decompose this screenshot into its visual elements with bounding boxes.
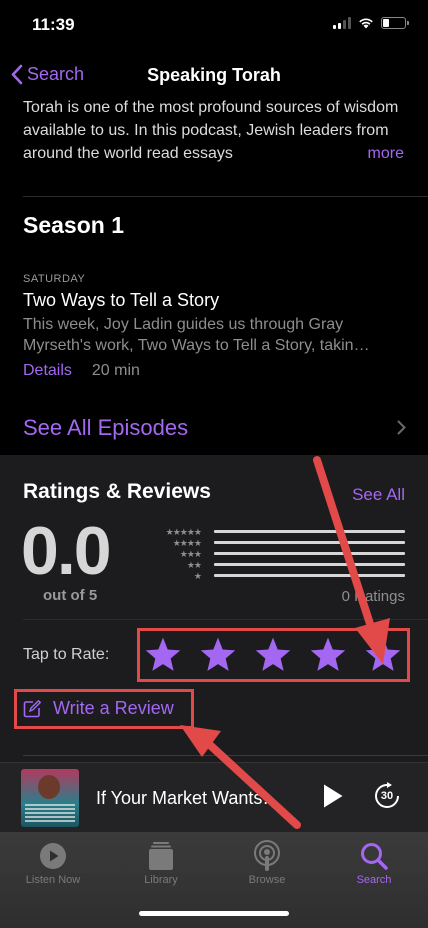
divider: [23, 196, 428, 197]
tab-label: Listen Now: [25, 874, 81, 886]
navigation-bar: Search Speaking Torah: [0, 52, 428, 98]
skip-forward-button[interactable]: 30: [373, 782, 401, 810]
library-stack-icon: [149, 842, 173, 870]
play-circle-icon: [40, 843, 66, 869]
rating-bar: [214, 552, 405, 555]
divider: [23, 755, 428, 756]
annotation-highlight-box: [14, 689, 194, 729]
four-star-icon: ★★★★: [172, 538, 202, 548]
rating-score: 0.0: [21, 513, 112, 589]
rating-bar: [214, 541, 405, 544]
divider: [23, 619, 428, 620]
rating-bars: [214, 530, 405, 585]
annotation-highlight-box: [137, 628, 410, 682]
podcast-artwork: [21, 769, 79, 827]
one-star-icon: ★: [193, 571, 202, 581]
episode-duration: 20 min: [91, 362, 140, 379]
star-breakdown-labels: ★★★★★ ★★★★ ★★★ ★★ ★: [145, 527, 202, 582]
rating-bar: [214, 563, 405, 566]
status-time: 11:39: [32, 15, 75, 34]
three-star-icon: ★★★: [179, 549, 202, 559]
episode-description: This week, Joy Ladin guides us through G…: [23, 316, 370, 354]
search-icon: [361, 843, 388, 870]
ratings-count: 0 Ratings: [341, 588, 405, 605]
chevron-right-icon: [397, 420, 406, 435]
cellular-signal-icon: [333, 17, 351, 29]
episode-title[interactable]: Two Ways to Tell a Story: [23, 290, 219, 311]
now-playing-title[interactable]: If Your Market Wants…: [96, 788, 296, 809]
tab-label: Library: [144, 874, 178, 886]
home-indicator: [139, 911, 289, 916]
status-bar: 11:39: [0, 0, 428, 52]
ratings-title: Ratings & Reviews: [23, 480, 211, 503]
season-title: Season 1: [23, 212, 124, 238]
tap-to-rate-label: Tap to Rate:: [23, 646, 110, 663]
tab-listen-now[interactable]: Listen Now: [13, 838, 93, 886]
tab-search[interactable]: Search: [334, 838, 414, 886]
five-star-icon: ★★★★★: [165, 527, 202, 537]
tab-label: Browse: [248, 874, 286, 886]
two-star-icon: ★★: [186, 560, 202, 570]
battery-icon: [381, 17, 409, 29]
skip-seconds-label: 30: [380, 790, 394, 802]
details-link[interactable]: Details: [23, 362, 72, 380]
rating-out-of: out of 5: [43, 587, 98, 604]
wifi-icon: [359, 18, 373, 29]
rating-bar: [214, 530, 405, 533]
tab-library[interactable]: Library: [121, 838, 201, 886]
more-link[interactable]: more: [359, 142, 404, 165]
tab-browse[interactable]: Browse: [227, 838, 307, 886]
podcast-icon: [254, 840, 280, 871]
play-icon[interactable]: [322, 783, 344, 809]
see-all-episodes-link[interactable]: See All Episodes: [23, 415, 188, 441]
podcast-description: Torah is one of the most profound source…: [23, 96, 408, 165]
description-text: Torah is one of the most profound source…: [23, 99, 399, 162]
episode-day: SATURDAY: [23, 273, 86, 285]
status-icons: [333, 17, 409, 29]
episode-meta: Details 20 min: [23, 362, 140, 380]
see-all-reviews-link[interactable]: See All: [352, 485, 405, 505]
page-title: Speaking Torah: [147, 65, 281, 85]
rating-bar: [214, 574, 405, 577]
tab-label: Search: [356, 874, 392, 886]
